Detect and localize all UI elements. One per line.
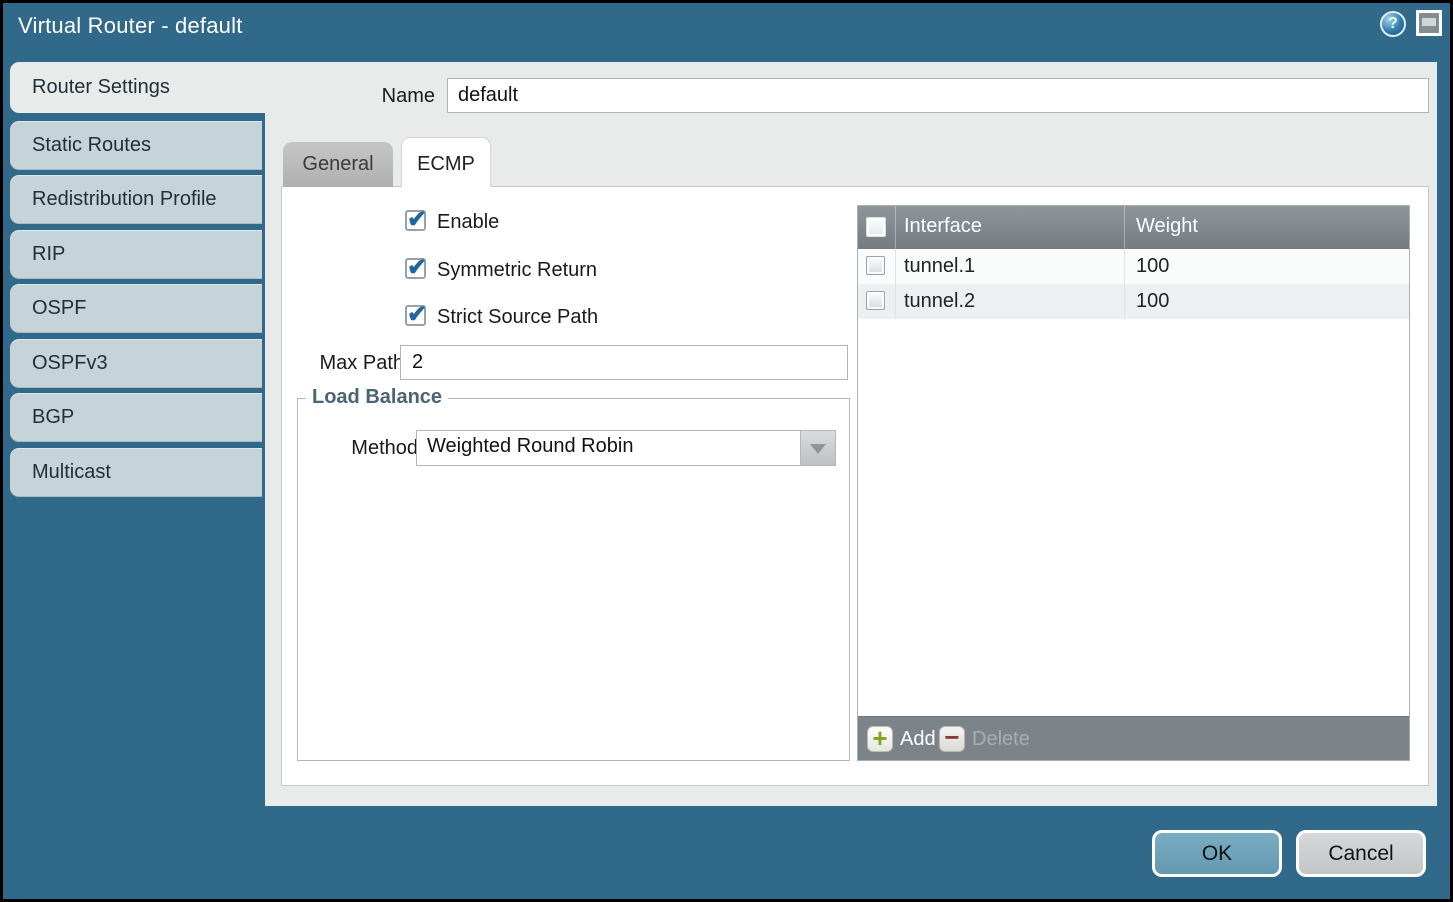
plus-icon: + — [867, 726, 893, 752]
sidebar-item-rip[interactable]: RIP — [10, 230, 262, 279]
method-value: Weighted Round Robin — [427, 435, 633, 458]
virtual-router-dialog: Virtual Router - default ? Router Settin… — [0, 0, 1453, 902]
table-row[interactable]: tunnel.1 100 — [858, 249, 1409, 284]
symmetric-return-checkbox[interactable] — [405, 258, 426, 279]
max-path-input[interactable] — [400, 345, 848, 380]
add-button-label: Add — [900, 728, 936, 751]
symmetric-return-label: Symmetric Return — [437, 259, 597, 282]
tab-ecmp[interactable]: ECMP — [401, 137, 491, 187]
cancel-button[interactable]: Cancel — [1296, 830, 1426, 877]
enable-checkbox[interactable] — [405, 210, 426, 231]
name-label: Name — [350, 85, 435, 108]
sidebar-item-label: BGP — [32, 406, 74, 429]
cell-weight: 100 — [1136, 290, 1169, 313]
sidebar-item-label: OSPFv3 — [32, 352, 108, 375]
sidebar-item-label: Redistribution Profile — [32, 188, 217, 211]
strict-source-path-label: Strict Source Path — [437, 306, 598, 329]
load-balance-fieldset: Load Balance Method Weighted Round Robin — [297, 398, 850, 761]
help-icon[interactable]: ? — [1380, 11, 1406, 37]
sidebar-item-multicast[interactable]: Multicast — [10, 448, 262, 497]
chevron-down-icon[interactable] — [800, 431, 835, 465]
delete-button[interactable]: − Delete — [939, 725, 1030, 753]
column-header-interface: Interface — [904, 215, 982, 238]
ok-button[interactable]: OK — [1152, 830, 1282, 877]
row-checkbox[interactable] — [866, 256, 885, 275]
ecmp-interface-table: Interface Weight tunnel.1 100 tunnel.2 1… — [857, 205, 1410, 761]
sidebar-item-router-settings[interactable]: Router Settings — [10, 62, 266, 113]
row-checkbox[interactable] — [866, 291, 885, 310]
sidebar-item-label: Router Settings — [32, 76, 170, 99]
sidebar-item-label: Static Routes — [32, 134, 151, 157]
load-balance-legend: Load Balance — [306, 386, 448, 409]
method-select[interactable]: Weighted Round Robin — [416, 430, 836, 466]
sidebar-item-redistribution-profile[interactable]: Redistribution Profile — [10, 175, 262, 224]
column-divider — [895, 249, 896, 284]
column-divider — [1124, 249, 1125, 284]
add-button[interactable]: + Add — [867, 725, 936, 753]
sidebar-item-label: RIP — [32, 243, 65, 266]
sidebar-item-bgp[interactable]: BGP — [10, 393, 262, 442]
column-divider — [1124, 284, 1125, 319]
delete-button-label: Delete — [972, 728, 1030, 751]
column-divider — [895, 206, 896, 249]
cell-interface: tunnel.1 — [904, 255, 975, 278]
name-input[interactable] — [447, 78, 1429, 113]
table-footer: + Add − Delete — [858, 716, 1409, 760]
sidebar-item-ospfv3[interactable]: OSPFv3 — [10, 339, 262, 388]
window-restore-icon[interactable] — [1416, 10, 1442, 36]
cell-interface: tunnel.2 — [904, 290, 975, 313]
column-divider — [895, 284, 896, 319]
table-row[interactable]: tunnel.2 100 — [858, 284, 1409, 319]
dialog-title: Virtual Router - default — [18, 13, 243, 39]
sidebar-item-label: Multicast — [32, 461, 111, 484]
column-header-weight: Weight — [1136, 215, 1198, 238]
column-divider — [1124, 206, 1125, 249]
sidebar-item-static-routes[interactable]: Static Routes — [10, 121, 262, 170]
select-all-checkbox[interactable] — [866, 217, 886, 237]
minus-icon: − — [939, 726, 965, 752]
strict-source-path-checkbox[interactable] — [405, 305, 426, 326]
enable-label: Enable — [437, 211, 499, 234]
window-restore-icon-pane — [1422, 18, 1436, 26]
cell-weight: 100 — [1136, 255, 1169, 278]
sidebar-item-label: OSPF — [32, 297, 86, 320]
sidebar-item-ospf[interactable]: OSPF — [10, 284, 262, 333]
tab-general[interactable]: General — [283, 142, 393, 187]
method-label: Method — [343, 437, 418, 460]
max-path-label: Max Path — [290, 352, 404, 375]
table-header: Interface Weight — [858, 206, 1409, 249]
